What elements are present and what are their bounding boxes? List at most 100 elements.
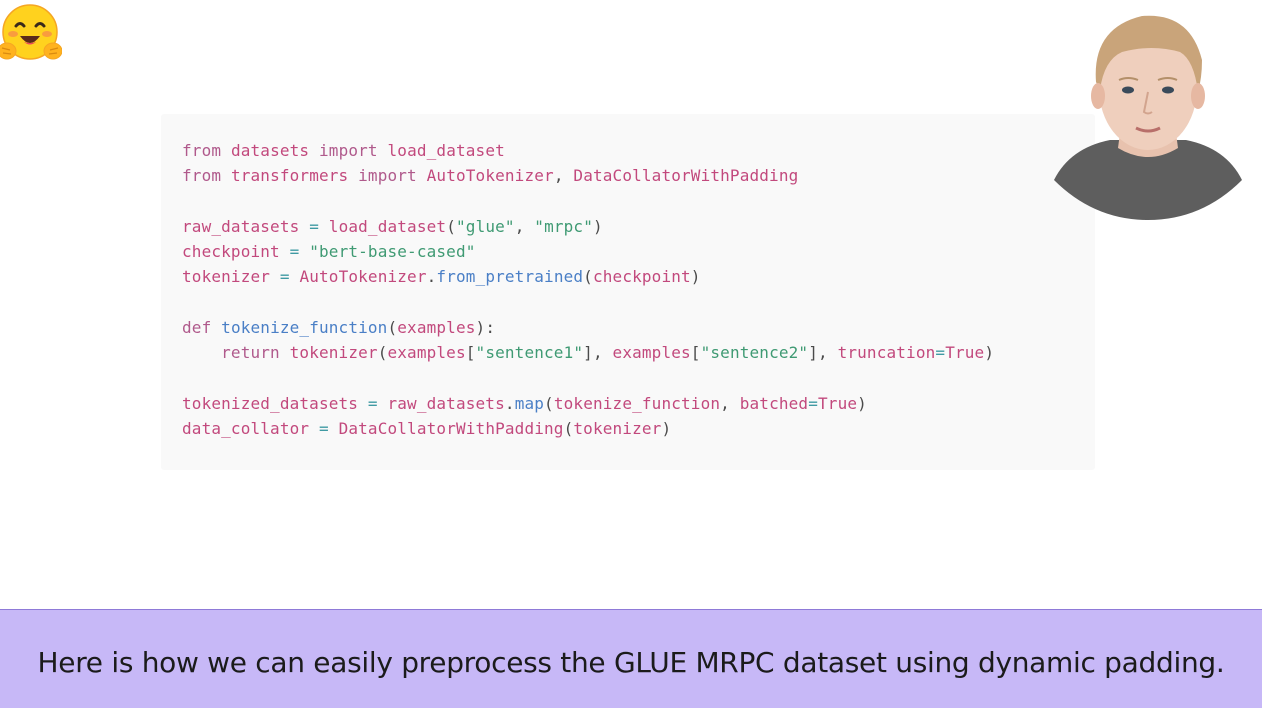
code-token: load_dataset (328, 216, 447, 236)
code-token: = (279, 267, 290, 287)
code-token: "sentence2" (700, 343, 809, 363)
code-token: examples (387, 343, 466, 363)
code-token: tokenize_function (221, 318, 388, 338)
code-token: def (182, 318, 212, 338)
code-line: tokenizer = AutoTokenizer.from_pretraine… (182, 264, 994, 289)
code-token: ( (544, 393, 554, 413)
code-token: from (182, 141, 222, 160)
code-token: = (367, 393, 378, 413)
code-token: ( (563, 419, 574, 439)
code-token: load_dataset (387, 141, 505, 160)
code-token: ) (857, 393, 867, 413)
code-token: ], (583, 343, 613, 363)
code-token: tokenize_function (553, 393, 721, 413)
code-line: def tokenize_function(examples): (182, 315, 994, 340)
code-token: map (514, 393, 545, 413)
code-token: from (182, 166, 222, 186)
code-token: tokenizer (182, 267, 271, 287)
code-token: , (720, 393, 740, 413)
code-token: "mrpc" (534, 216, 593, 236)
subtitle-caption: Here is how we can easily preprocess the… (37, 646, 1225, 679)
code-block: from datasets import load_dataset from tr… (161, 114, 1095, 470)
code-token: "sentence1" (475, 343, 584, 363)
code-token: from_pretrained (436, 267, 584, 287)
code-token: DataCollatorWithPadding (338, 419, 564, 439)
code-token: ) (984, 343, 995, 363)
code-token: ): (475, 318, 496, 338)
code-line: from datasets import load_dataset (182, 138, 994, 163)
code-token: tokenizer (289, 343, 378, 363)
code-token: batched (739, 393, 809, 413)
code-listing: from datasets import load_dataset from tr… (182, 138, 994, 442)
code-token: return (221, 343, 280, 363)
code-token: True (818, 393, 858, 413)
code-token: = (309, 216, 319, 236)
code-line: raw_datasets = load_dataset("glue", "mrp… (182, 214, 994, 239)
code-token: = (289, 242, 300, 262)
code-token: [ (690, 343, 701, 363)
code-token: raw_datasets (182, 216, 300, 236)
code-token: transformers (230, 166, 349, 186)
code-token: True (945, 343, 985, 363)
code-token: . (426, 267, 437, 287)
code-line: checkpoint = "bert-base-cased" (182, 239, 994, 264)
code-token: ], (808, 343, 838, 363)
code-token: ) (690, 267, 701, 287)
code-token: , (514, 216, 535, 236)
code-token: = (318, 419, 329, 439)
code-token: AutoTokenizer (299, 267, 427, 287)
code-token: AutoTokenizer (426, 166, 554, 186)
code-line: data_collator = DataCollatorWithPadding(… (182, 416, 994, 441)
code-line: return tokenizer(examples["sentence1"], … (182, 340, 994, 365)
code-token: import (358, 166, 417, 186)
code-token: ) (592, 216, 603, 236)
code-token: "glue" (456, 216, 515, 236)
subtitle-bar: Here is how we can easily preprocess the… (0, 609, 1262, 708)
presenter-webcam-icon (1052, 8, 1244, 220)
code-token: [ (465, 343, 476, 363)
code-token: examples (397, 318, 476, 338)
code-token: checkpoint (182, 242, 280, 262)
code-line: from transformers import AutoTokenizer, … (182, 163, 994, 188)
code-token: import (319, 141, 378, 160)
video-frame: from datasets import load_dataset from tr… (0, 0, 1262, 708)
code-token: checkpoint (592, 267, 691, 287)
code-token: ( (583, 267, 593, 287)
code-token: data_collator (182, 419, 310, 439)
code-token: truncation (837, 343, 936, 363)
code-token: , (553, 166, 574, 186)
code-token: tokenized_datasets (182, 393, 359, 413)
code-token: ) (661, 419, 672, 439)
code-token: = (808, 393, 819, 413)
code-token: ( (446, 216, 456, 236)
code-token: = (935, 343, 946, 363)
code-token: ( (387, 318, 398, 338)
code-token: raw_datasets (387, 393, 505, 413)
code-token: . (504, 393, 515, 413)
code-token: examples (612, 343, 691, 363)
hugging-face-logo-icon (0, 2, 63, 66)
code-token: datasets (230, 141, 310, 160)
code-token: DataCollatorWithPadding (573, 166, 799, 186)
